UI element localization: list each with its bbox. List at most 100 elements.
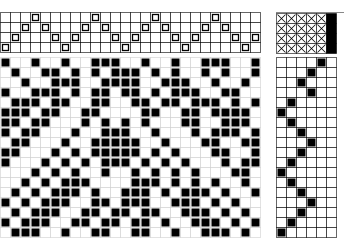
treadling-cell[interactable] bbox=[326, 127, 337, 138]
threading-cell[interactable] bbox=[10, 42, 21, 53]
treadling-cell[interactable] bbox=[296, 227, 307, 238]
drawdown-cell[interactable] bbox=[230, 207, 241, 218]
drawdown-cell[interactable] bbox=[230, 147, 241, 158]
treadling-cell[interactable] bbox=[276, 217, 287, 228]
drawdown-cell[interactable] bbox=[50, 127, 61, 138]
treadling-cell[interactable] bbox=[326, 57, 337, 68]
treadling-cell[interactable] bbox=[316, 167, 327, 178]
treadling-cell[interactable] bbox=[276, 187, 287, 198]
drawdown-cell[interactable] bbox=[220, 77, 231, 88]
drawdown-cell[interactable] bbox=[160, 177, 171, 188]
treadling-cell[interactable] bbox=[316, 67, 327, 78]
drawdown-cell[interactable] bbox=[200, 77, 211, 88]
treadling-cell[interactable] bbox=[306, 127, 317, 138]
threading-cell[interactable] bbox=[140, 42, 151, 53]
drawdown-cell[interactable] bbox=[140, 147, 151, 158]
drawdown-cell[interactable] bbox=[170, 157, 181, 168]
drawdown-cell[interactable] bbox=[180, 137, 191, 148]
treadling-cell[interactable] bbox=[326, 197, 337, 208]
threading-cell[interactable] bbox=[100, 32, 111, 43]
threading-cell[interactable] bbox=[10, 22, 21, 33]
drawdown-cell[interactable] bbox=[150, 217, 161, 228]
drawdown-cell[interactable] bbox=[190, 77, 201, 88]
threading-cell[interactable] bbox=[20, 12, 31, 23]
drawdown-cell[interactable] bbox=[60, 107, 71, 118]
drawdown-cell[interactable] bbox=[20, 187, 31, 198]
drawdown-cell[interactable] bbox=[80, 227, 91, 238]
treadling-cell[interactable] bbox=[276, 57, 287, 68]
threading-cell[interactable] bbox=[170, 42, 181, 53]
drawdown-cell[interactable] bbox=[20, 87, 31, 98]
drawdown-cell[interactable] bbox=[180, 127, 191, 138]
drawdown-cell[interactable] bbox=[90, 127, 101, 138]
treadling-cell[interactable] bbox=[306, 217, 317, 228]
threading-cell[interactable] bbox=[160, 12, 171, 23]
drawdown-cell[interactable] bbox=[50, 177, 61, 188]
treadling-cell[interactable] bbox=[286, 107, 297, 118]
treadling-cell[interactable] bbox=[306, 117, 317, 128]
drawdown-cell[interactable] bbox=[70, 117, 81, 128]
drawdown-cell[interactable] bbox=[90, 77, 101, 88]
threading-cell[interactable] bbox=[20, 32, 31, 43]
drawdown-cell[interactable] bbox=[170, 117, 181, 128]
drawdown-cell[interactable] bbox=[200, 167, 211, 178]
drawdown-cell[interactable] bbox=[150, 137, 161, 148]
drawdown-cell[interactable] bbox=[230, 77, 241, 88]
drawdown-cell[interactable] bbox=[50, 157, 61, 168]
drawdown-cell[interactable] bbox=[40, 77, 51, 88]
treadling-cell[interactable] bbox=[306, 187, 317, 198]
drawdown-cell[interactable] bbox=[70, 207, 81, 218]
drawdown-cell[interactable] bbox=[60, 117, 71, 128]
drawdown-cell[interactable] bbox=[180, 97, 191, 108]
treadling-cell[interactable] bbox=[306, 157, 317, 168]
drawdown-cell[interactable] bbox=[70, 107, 81, 118]
treadling-cell[interactable] bbox=[326, 77, 337, 88]
drawdown-cell[interactable] bbox=[230, 227, 241, 238]
threading-cell[interactable] bbox=[20, 42, 31, 53]
threading-cell[interactable] bbox=[240, 22, 251, 33]
drawdown-cell[interactable] bbox=[110, 187, 121, 198]
threading-cell[interactable] bbox=[240, 12, 251, 23]
drawdown-cell[interactable] bbox=[200, 147, 211, 158]
threading-cell[interactable] bbox=[50, 12, 61, 23]
treadling-cell[interactable] bbox=[326, 227, 337, 238]
drawdown-cell[interactable] bbox=[240, 187, 251, 198]
treadling-cell[interactable] bbox=[306, 107, 317, 118]
drawdown-cell[interactable] bbox=[120, 167, 131, 178]
threading-cell[interactable] bbox=[150, 42, 161, 53]
drawdown-cell[interactable] bbox=[210, 187, 221, 198]
threading-cell[interactable] bbox=[70, 12, 81, 23]
drawdown-cell[interactable] bbox=[140, 167, 151, 178]
drawdown-cell[interactable] bbox=[90, 177, 101, 188]
drawdown-cell[interactable] bbox=[250, 207, 261, 218]
drawdown-cell[interactable] bbox=[10, 177, 21, 188]
drawdown-cell[interactable] bbox=[100, 67, 111, 78]
drawdown-cell[interactable] bbox=[40, 97, 51, 108]
treadling-cell[interactable] bbox=[286, 87, 297, 98]
drawdown-cell[interactable] bbox=[80, 167, 91, 178]
drawdown-cell[interactable] bbox=[90, 167, 101, 178]
threading-cell[interactable] bbox=[70, 22, 81, 33]
drawdown-cell[interactable] bbox=[170, 187, 181, 198]
treadling-cell[interactable] bbox=[286, 57, 297, 68]
drawdown-cell[interactable] bbox=[160, 167, 171, 178]
drawdown-cell[interactable] bbox=[60, 207, 71, 218]
drawdown-cell[interactable] bbox=[250, 87, 261, 98]
drawdown-cell[interactable] bbox=[100, 187, 111, 198]
drawdown-cell[interactable] bbox=[50, 227, 61, 238]
drawdown-cell[interactable] bbox=[60, 87, 71, 98]
drawdown-cell[interactable] bbox=[140, 67, 151, 78]
drawdown-cell[interactable] bbox=[160, 147, 171, 158]
drawdown-cell[interactable] bbox=[110, 107, 121, 118]
threading-cell[interactable] bbox=[220, 32, 231, 43]
treadling-cell[interactable] bbox=[296, 57, 307, 68]
drawdown-cell[interactable] bbox=[0, 227, 11, 238]
drawdown-cell[interactable] bbox=[110, 167, 121, 178]
drawdown-cell[interactable] bbox=[160, 87, 171, 98]
drawdown-cell[interactable] bbox=[90, 117, 101, 128]
drawdown-cell[interactable] bbox=[240, 67, 251, 78]
drawdown-cell[interactable] bbox=[60, 67, 71, 78]
drawdown-cell[interactable] bbox=[220, 217, 231, 228]
drawdown-cell[interactable] bbox=[200, 107, 211, 118]
drawdown-cell[interactable] bbox=[100, 177, 111, 188]
